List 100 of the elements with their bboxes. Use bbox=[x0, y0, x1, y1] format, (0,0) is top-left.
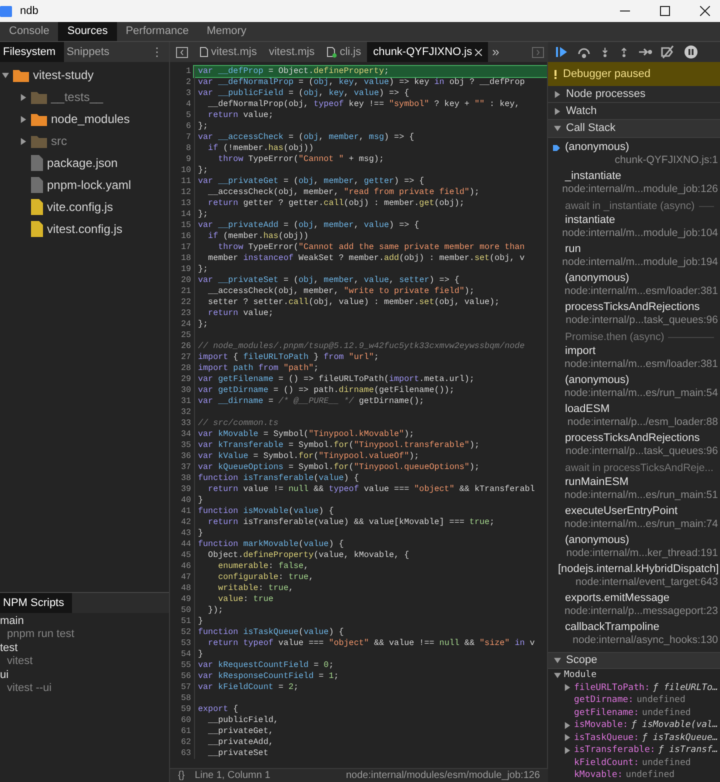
call-frame[interactable]: [nodejs.internal.kHybridDispatch] node:internal/event_target:643 bbox=[548, 563, 720, 592]
panel-tab[interactable]: Performance bbox=[116, 22, 198, 41]
call-frame[interactable]: processTicksAndRejections node:internal/p...task_queues:96 bbox=[548, 301, 720, 330]
editor-tab[interactable]: vitest.mjs bbox=[262, 42, 321, 62]
collapse-triangle-icon[interactable] bbox=[20, 138, 27, 144]
line-number: 19 bbox=[180, 264, 192, 275]
section-header[interactable]: Scope bbox=[548, 652, 720, 669]
frame-name: (anonymous) bbox=[565, 533, 630, 548]
resume-icon[interactable] bbox=[556, 46, 568, 58]
variable-name[interactable]: fileURLToPath: bbox=[574, 682, 650, 694]
collapse-triangle-icon[interactable] bbox=[20, 116, 27, 122]
variable-name[interactable]: isTransferable: bbox=[574, 744, 656, 756]
code-line: var __accessCheck = (obj, member, msg) => { bbox=[194, 132, 547, 143]
call-frame[interactable]: processTicksAndRejections node:internal/p...task_queues:96 bbox=[548, 432, 720, 461]
file-name[interactable]: vite.config.js bbox=[47, 198, 114, 216]
variable-name[interactable]: getDirname: bbox=[574, 694, 634, 706]
call-frame[interactable]: run node:internal/m...module_job:194 bbox=[548, 243, 720, 272]
script-name[interactable]: main bbox=[0, 615, 169, 628]
folder-name[interactable]: node_modules bbox=[51, 110, 130, 128]
collapse-triangle-icon[interactable] bbox=[564, 746, 571, 754]
expand-triangle-icon[interactable] bbox=[554, 125, 561, 132]
sidebar-toggle-icon[interactable] bbox=[176, 46, 188, 58]
file-name[interactable]: pnpm-lock.yaml bbox=[47, 176, 132, 194]
expand-triangle-icon[interactable] bbox=[2, 72, 9, 78]
call-frame[interactable]: callbackTrampoline node:internal/async_hooks:130 bbox=[548, 621, 720, 650]
collapse-triangle-icon[interactable] bbox=[564, 734, 571, 742]
call-frame[interactable]: exports.emitMessage node:internal/p...messageport:23 bbox=[548, 592, 720, 621]
line-number: 29 bbox=[180, 374, 192, 385]
pause-icon[interactable] bbox=[684, 45, 698, 59]
call-frame[interactable]: (anonymous) chunk-QYFJIXNO.js:1 bbox=[548, 141, 720, 170]
folder-name[interactable]: src bbox=[51, 132, 67, 150]
script-name[interactable]: test bbox=[0, 642, 169, 655]
collapse-triangle-icon[interactable] bbox=[20, 94, 27, 100]
script-name[interactable]: ui bbox=[0, 669, 169, 682]
call-frame[interactable]: loadESM node:internal/p.../esm_loader:88 bbox=[548, 403, 720, 432]
code-line: writable: true, bbox=[194, 583, 547, 594]
variable-name[interactable]: isMovable: bbox=[574, 719, 628, 732]
npm-scripts-tab[interactable]: NPM Scripts bbox=[0, 593, 72, 613]
step-into-icon[interactable] bbox=[600, 45, 610, 59]
navigator-tab[interactable]: Filesystem bbox=[0, 42, 64, 62]
code-line: function isMovable(value) { bbox=[194, 506, 547, 517]
frame-name: instantiate bbox=[565, 213, 616, 228]
expand-triangle-icon[interactable] bbox=[554, 657, 561, 664]
step-over-icon[interactable] bbox=[577, 45, 591, 59]
sidebar-toggle-icon[interactable] bbox=[532, 46, 544, 58]
line-number: 54 bbox=[180, 649, 192, 660]
collapse-triangle-icon[interactable] bbox=[554, 108, 561, 114]
variable-name[interactable]: kMovable: bbox=[574, 769, 623, 782]
call-frame[interactable]: (anonymous) node:internal/m...esm/loader:381 bbox=[548, 272, 720, 301]
call-frame[interactable]: (anonymous) node:internal/m...ker_thread:191 bbox=[548, 534, 720, 563]
pretty-print-button[interactable]: {} bbox=[178, 768, 185, 782]
file-name[interactable]: vitest.config.js bbox=[47, 220, 122, 238]
scope-name[interactable]: Module bbox=[564, 669, 597, 682]
call-frame[interactable]: import node:internal/m...esm/loader:381 bbox=[548, 345, 720, 374]
source-location[interactable]: node:internal/modules/esm/module_job:126 bbox=[346, 768, 540, 782]
line-number: 62 bbox=[180, 737, 192, 748]
more-button[interactable]: ⋮ bbox=[151, 43, 163, 61]
line-number: 42 bbox=[180, 517, 192, 528]
panel-tab[interactable]: Console bbox=[0, 22, 58, 41]
more-tabs-button[interactable]: » bbox=[492, 42, 500, 62]
section-header[interactable]: Node processes bbox=[548, 86, 720, 103]
line-number: 23 bbox=[180, 308, 192, 319]
call-frame[interactable]: instantiate node:internal/m...module_job:104 bbox=[548, 214, 720, 243]
frame-name: processTicksAndRejections bbox=[565, 431, 700, 446]
panel-tab[interactable]: Memory bbox=[198, 22, 256, 41]
call-frame[interactable]: (anonymous) node:internal/m...es/run_main:54 bbox=[548, 374, 720, 403]
editor-tab[interactable]: vitest.mjs bbox=[194, 42, 263, 62]
close-icon[interactable] bbox=[700, 6, 710, 16]
maximize-icon[interactable] bbox=[660, 6, 670, 16]
code-line: function markMovable(value) { bbox=[194, 539, 547, 550]
call-frame[interactable]: executeUserEntryPoint node:internal/m...es/run_main:74 bbox=[548, 505, 720, 534]
call-frame[interactable]: _instantiate node:internal/m...module_job:126 bbox=[548, 170, 720, 199]
navigator-tab[interactable]: Snippets bbox=[64, 42, 118, 62]
code-line: value: true bbox=[194, 594, 547, 605]
expand-triangle-icon[interactable] bbox=[554, 672, 561, 679]
section-header[interactable]: Watch bbox=[548, 103, 720, 120]
frame-name: exports.emitMessage bbox=[565, 591, 670, 606]
code-line: member instanceof WeakSet ? member.add(obj) : member.set(obj, v bbox=[194, 253, 547, 264]
panel-tab[interactable]: Sources bbox=[58, 22, 117, 41]
editor-tab[interactable]: chunk-QYFJIXNO.js bbox=[367, 42, 488, 62]
code-line: return getter ? getter.call(obj) : member.get(obj); bbox=[194, 198, 547, 209]
call-frame[interactable]: runMainESM node:internal/m...es/run_main:51 bbox=[548, 476, 720, 505]
variable-name[interactable]: isTaskQueue: bbox=[574, 732, 640, 744]
step-out-icon[interactable] bbox=[619, 45, 629, 59]
line-number: 5 bbox=[184, 110, 192, 121]
collapse-triangle-icon[interactable] bbox=[564, 684, 571, 692]
section-header[interactable]: Call Stack bbox=[548, 120, 720, 138]
collapse-triangle-icon[interactable] bbox=[564, 722, 571, 729]
folder-name[interactable]: vitest-study bbox=[33, 66, 94, 84]
line-number: 48 bbox=[180, 583, 192, 594]
variable-name[interactable]: getFilename: bbox=[574, 706, 640, 719]
file-name[interactable]: package.json bbox=[47, 154, 118, 172]
variable-name[interactable]: kFieldCount: bbox=[574, 756, 640, 769]
deactivate-breakpoints-icon[interactable] bbox=[661, 45, 675, 59]
collapse-triangle-icon[interactable] bbox=[554, 90, 561, 98]
info-icon bbox=[554, 70, 557, 78]
frame-location: node:internal/m...es/run_main:54 bbox=[563, 387, 718, 400]
editor-tab[interactable]: cli.js bbox=[320, 42, 368, 62]
folder-name[interactable]: __tests__ bbox=[51, 88, 104, 106]
variable-value: ƒ fileURLTo… bbox=[652, 682, 718, 694]
